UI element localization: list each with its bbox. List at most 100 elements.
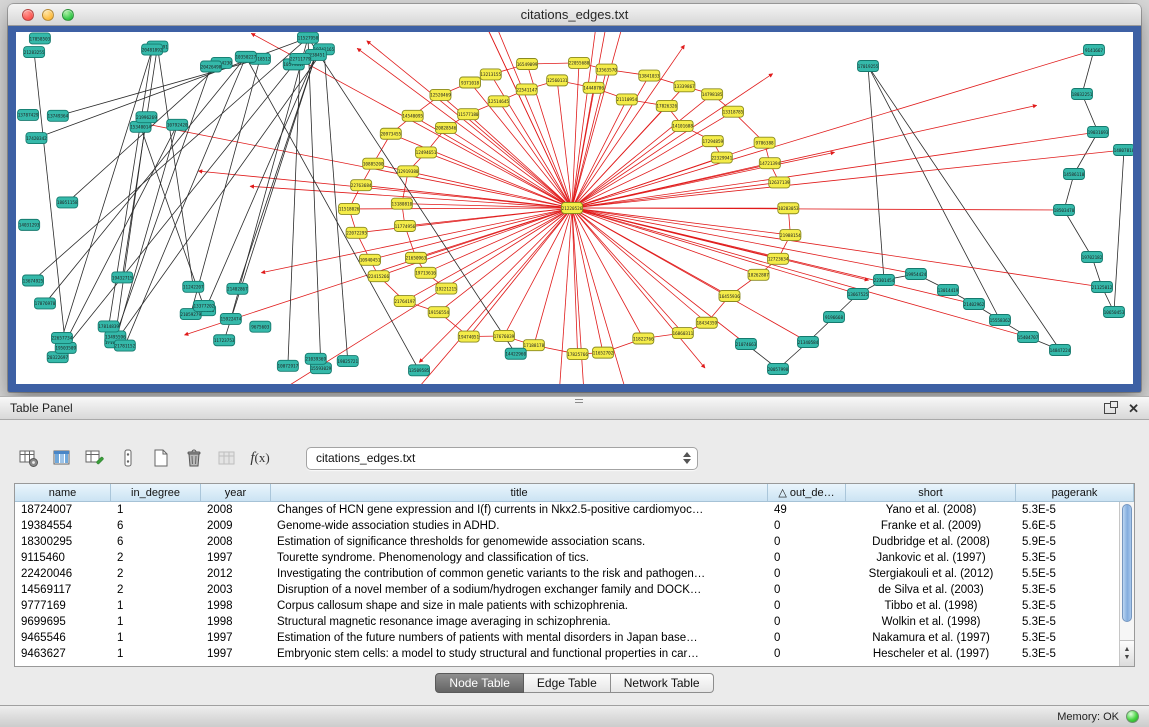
network-canvas[interactable]: 1028305321988154127236341826288716455936… (16, 32, 1133, 384)
tab-node-table[interactable]: Node Table (435, 673, 524, 693)
graph-node[interactable]: 18051158 (57, 197, 78, 208)
graph-node[interactable]: 14807818 (1114, 145, 1134, 156)
graph-node[interactable]: 12560131 (547, 75, 568, 86)
graph-node[interactable]: 19713616 (415, 267, 436, 278)
zoom-window-button[interactable] (62, 9, 74, 21)
scrollbar-thumb[interactable] (1122, 504, 1132, 622)
graph-node[interactable]: 14798185 (702, 89, 723, 100)
graph-node[interactable]: 22763684 (351, 180, 372, 191)
graph-node[interactable]: 16549099 (517, 59, 538, 70)
graph-node[interactable]: 21283255 (24, 47, 45, 58)
tab-network-table[interactable]: Network Table (611, 673, 714, 693)
graph-node[interactable]: 10283053 (778, 203, 799, 214)
graph-node[interactable]: 19156554 (428, 307, 449, 318)
graph-node[interactable]: 11242207 (183, 281, 204, 292)
graph-node[interactable]: 20481892 (142, 44, 163, 55)
graph-node[interactable]: 13180810 (391, 198, 412, 209)
graph-node[interactable]: 21764197 (394, 296, 415, 307)
graph-node[interactable]: 12494651 (415, 147, 436, 158)
graph-node[interactable]: 10940451 (360, 254, 381, 265)
window-titlebar[interactable]: citations_edges.txt (8, 4, 1141, 26)
graph-node[interactable]: 13339867 (674, 81, 695, 92)
graph-node[interactable]: 22329941 (711, 152, 732, 163)
graph-node[interactable]: 9786388 (754, 137, 775, 148)
table-row[interactable]: 946554611997Estimation of the future num… (15, 630, 1119, 646)
graph-node[interactable]: 12919380 (398, 166, 419, 177)
graph-node[interactable]: 18032251 (1072, 89, 1093, 100)
graph-node[interactable]: 19221215 (436, 283, 457, 294)
scroll-up-icon[interactable]: ▲ (1124, 646, 1131, 653)
graph-node[interactable]: 17019255 (858, 61, 879, 72)
table-row[interactable]: 969969511998Structural magnetic resonanc… (15, 614, 1119, 630)
graph-node[interactable]: 10072917 (277, 360, 298, 371)
graph-node[interactable]: 11577180 (458, 109, 479, 120)
graph-node[interactable]: 22415266 (368, 271, 389, 282)
table-row[interactable]: 946362711997Embryonic stem cells: a mode… (15, 646, 1119, 662)
column-header-pagerank[interactable]: pagerank (1016, 484, 1134, 501)
graph-node[interactable]: 21402867 (227, 283, 248, 294)
table-scrollbar[interactable]: ▲ ▼ (1119, 502, 1134, 666)
graph-node[interactable]: 14847224 (1050, 345, 1071, 356)
graph-node[interactable]: 12520469 (430, 89, 451, 100)
minimize-window-button[interactable] (42, 9, 54, 21)
table-row[interactable]: 977716911998Corpus callosum shape and si… (15, 598, 1119, 614)
graph-node[interactable]: 10792420 (167, 119, 188, 130)
panel-splitter-grip[interactable] (575, 399, 583, 403)
graph-node[interactable]: 21402962 (964, 299, 985, 310)
graph-node[interactable]: 21781152 (114, 340, 135, 351)
show-columns-icon[interactable] (49, 445, 75, 471)
table-row[interactable]: 911546021997Tourette syndrome. Phenomeno… (15, 550, 1119, 566)
table-row[interactable]: 2242004622012Investigating the contribut… (15, 566, 1119, 582)
new-file-icon[interactable] (148, 445, 174, 471)
table-row[interactable]: 1456911722003Disruption of a novel membe… (15, 582, 1119, 598)
table-row[interactable]: 1872400712008Changes of HCN gene express… (15, 502, 1119, 518)
graph-node[interactable]: 10650453 (1104, 307, 1125, 318)
graph-node[interactable]: 14721394 (759, 158, 780, 169)
graph-node[interactable]: 21039369 (305, 353, 326, 364)
graph-node[interactable]: 20426498 (200, 61, 221, 72)
graph-node[interactable]: 12514645 (488, 96, 509, 107)
graph-node[interactable]: 14422960 (505, 348, 526, 359)
graph-node[interactable]: 22301454 (874, 275, 895, 286)
graph-node[interactable]: 13318785 (723, 106, 744, 117)
graph-node[interactable]: 21650963 (405, 252, 426, 263)
graph-node[interactable]: 19954424 (906, 269, 927, 280)
graph-node[interactable]: 19503509 (55, 342, 76, 353)
graph-node[interactable]: 9196668 (824, 312, 845, 323)
graph-node[interactable]: 19702182 (1082, 252, 1103, 263)
table-mode-icon[interactable] (16, 445, 42, 471)
table-row[interactable]: 1938455462009Genome-wide association stu… (15, 518, 1119, 534)
graph-node[interactable]: 12723634 (768, 253, 789, 264)
graph-node[interactable]: 18262887 (748, 269, 769, 280)
graph-node[interactable]: 12637139 (769, 177, 790, 188)
graph-node[interactable]: 19432715 (112, 272, 133, 283)
graph-node[interactable]: 21996269 (136, 112, 157, 123)
graph-node[interactable]: 13014419 (938, 285, 959, 296)
graph-node[interactable]: 10885200 (363, 158, 384, 169)
graph-node[interactable]: 11518026 (339, 203, 360, 214)
graph-node[interactable]: 20828546 (435, 122, 456, 133)
graph-node[interactable]: 16860311 (672, 328, 693, 339)
graph-node[interactable]: 22541147 (516, 84, 537, 95)
graph-node[interactable]: 17826326 (656, 100, 677, 111)
graph-node[interactable]: 13213155 (480, 69, 501, 80)
graph-node[interactable]: 13509585 (409, 365, 430, 376)
edit-table-icon[interactable] (82, 445, 108, 471)
graph-node[interactable]: 14448706 (583, 82, 604, 93)
graph-node[interactable]: 21110954 (616, 94, 637, 105)
graph-node[interactable]: 9371018 (460, 77, 481, 88)
graph-node[interactable]: 14101688 (672, 120, 693, 131)
memory-status-indicator[interactable] (1126, 710, 1139, 723)
graph-node[interactable]: 22055680 (568, 57, 589, 68)
graph-node[interactable]: 16455936 (719, 290, 740, 301)
graph-node[interactable]: 17825766 (567, 349, 588, 360)
graph-node[interactable]: 9675603 (250, 321, 271, 332)
graph-node[interactable]: 15922474 (220, 313, 241, 324)
graph-node[interactable]: 21340584 (798, 337, 819, 348)
graph-node[interactable]: 17420342 (26, 133, 47, 144)
graph-node[interactable]: 21125012 (1092, 282, 1113, 293)
graph-node[interactable]: 13749364 (47, 110, 68, 121)
close-window-button[interactable] (22, 9, 34, 21)
table-row[interactable]: 1830029562008Estimation of significance … (15, 534, 1119, 550)
graph-node[interactable]: 18434359 (696, 317, 717, 328)
